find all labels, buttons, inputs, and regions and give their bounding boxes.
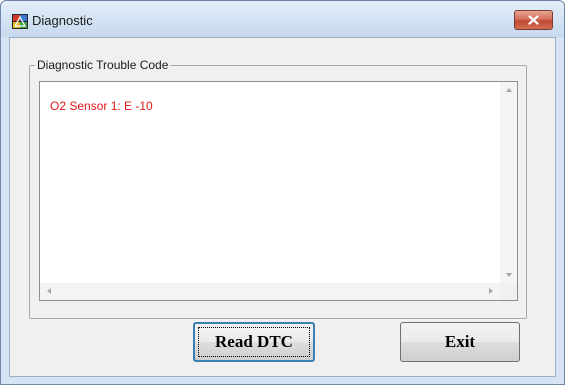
close-icon: [528, 15, 539, 25]
vertical-scrollbar[interactable]: [500, 82, 517, 283]
list-item[interactable]: O2 Sensor 1: E -10: [50, 99, 153, 113]
title-bar[interactable]: Diagnostic: [1, 1, 564, 37]
scroll-up-icon[interactable]: [506, 88, 512, 92]
read-dtc-button[interactable]: Read DTC: [193, 322, 315, 362]
dtc-list[interactable]: O2 Sensor 1: E -10: [39, 81, 518, 301]
close-button[interactable]: [514, 10, 553, 30]
groupbox-label: Diagnostic Trouble Code: [35, 58, 171, 72]
focus-rectangle: [198, 327, 310, 357]
app-icon: [12, 14, 28, 29]
window-title: Diagnostic: [32, 13, 93, 28]
scroll-down-icon[interactable]: [506, 273, 512, 277]
scrollbar-corner: [500, 283, 517, 300]
exit-label: Exit: [444, 332, 476, 351]
scroll-left-icon[interactable]: [47, 288, 51, 294]
scroll-right-icon[interactable]: [489, 288, 493, 294]
horizontal-scrollbar[interactable]: [40, 283, 500, 300]
exit-button[interactable]: Exit: [400, 322, 520, 362]
